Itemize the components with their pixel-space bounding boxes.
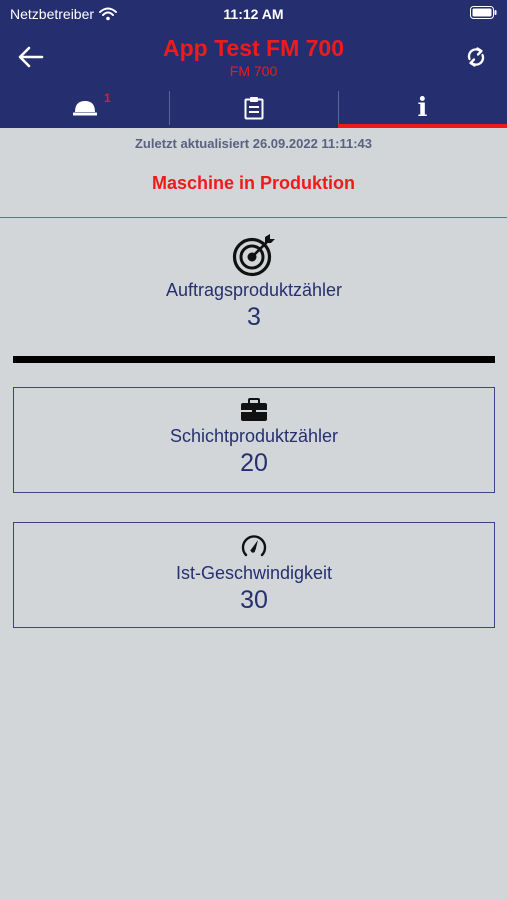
refresh-icon <box>467 47 485 67</box>
shift-counter-value: 20 <box>240 449 268 477</box>
info-icon: i <box>417 93 428 123</box>
clipboard-icon <box>244 97 263 120</box>
tab-alarms[interactable]: 1 <box>0 88 169 128</box>
shift-counter-label: Schichtproduktzähler <box>169 426 339 446</box>
status-divider <box>0 217 507 218</box>
order-counter-label: Auftragsproduktzähler <box>165 280 343 300</box>
tab-bar: 1 i <box>0 88 507 128</box>
section-divider <box>13 356 495 363</box>
refresh-button[interactable] <box>459 40 493 74</box>
speedometer-icon <box>241 535 267 557</box>
order-counter: Auftragsproduktzähler 3 <box>13 233 495 332</box>
alarm-badge: 1 <box>104 91 111 105</box>
app-header: Netzbetreiber 11:12 AM App Test FM 700 F… <box>0 0 507 128</box>
nav-bar: App Test FM 700 FM 700 <box>0 30 507 88</box>
order-counter-value: 3 <box>247 303 261 331</box>
tab-info[interactable]: i <box>338 88 507 128</box>
tab-orders[interactable] <box>169 88 338 128</box>
page-title: App Test FM 700 <box>162 35 345 61</box>
alarm-light-icon <box>72 101 97 116</box>
status-bar: Netzbetreiber 11:12 AM <box>0 0 507 30</box>
speed-counter-label: Ist-Geschwindigkeit <box>175 563 333 583</box>
battery-icon <box>470 6 497 22</box>
speed-counter-value: 30 <box>240 586 268 614</box>
machine-status: Maschine in Produktion <box>151 173 356 193</box>
status-time: 11:12 AM <box>223 6 284 22</box>
page-subtitle: FM 700 <box>229 63 278 79</box>
target-icon <box>232 234 275 277</box>
briefcase-icon <box>241 398 267 421</box>
last-updated-text: Zuletzt aktualisiert 26.09.2022 11:11:43 <box>134 136 373 151</box>
shift-counter: Schichtproduktzähler 20 <box>13 387 495 493</box>
speed-counter: Ist-Geschwindigkeit 30 <box>13 522 495 628</box>
